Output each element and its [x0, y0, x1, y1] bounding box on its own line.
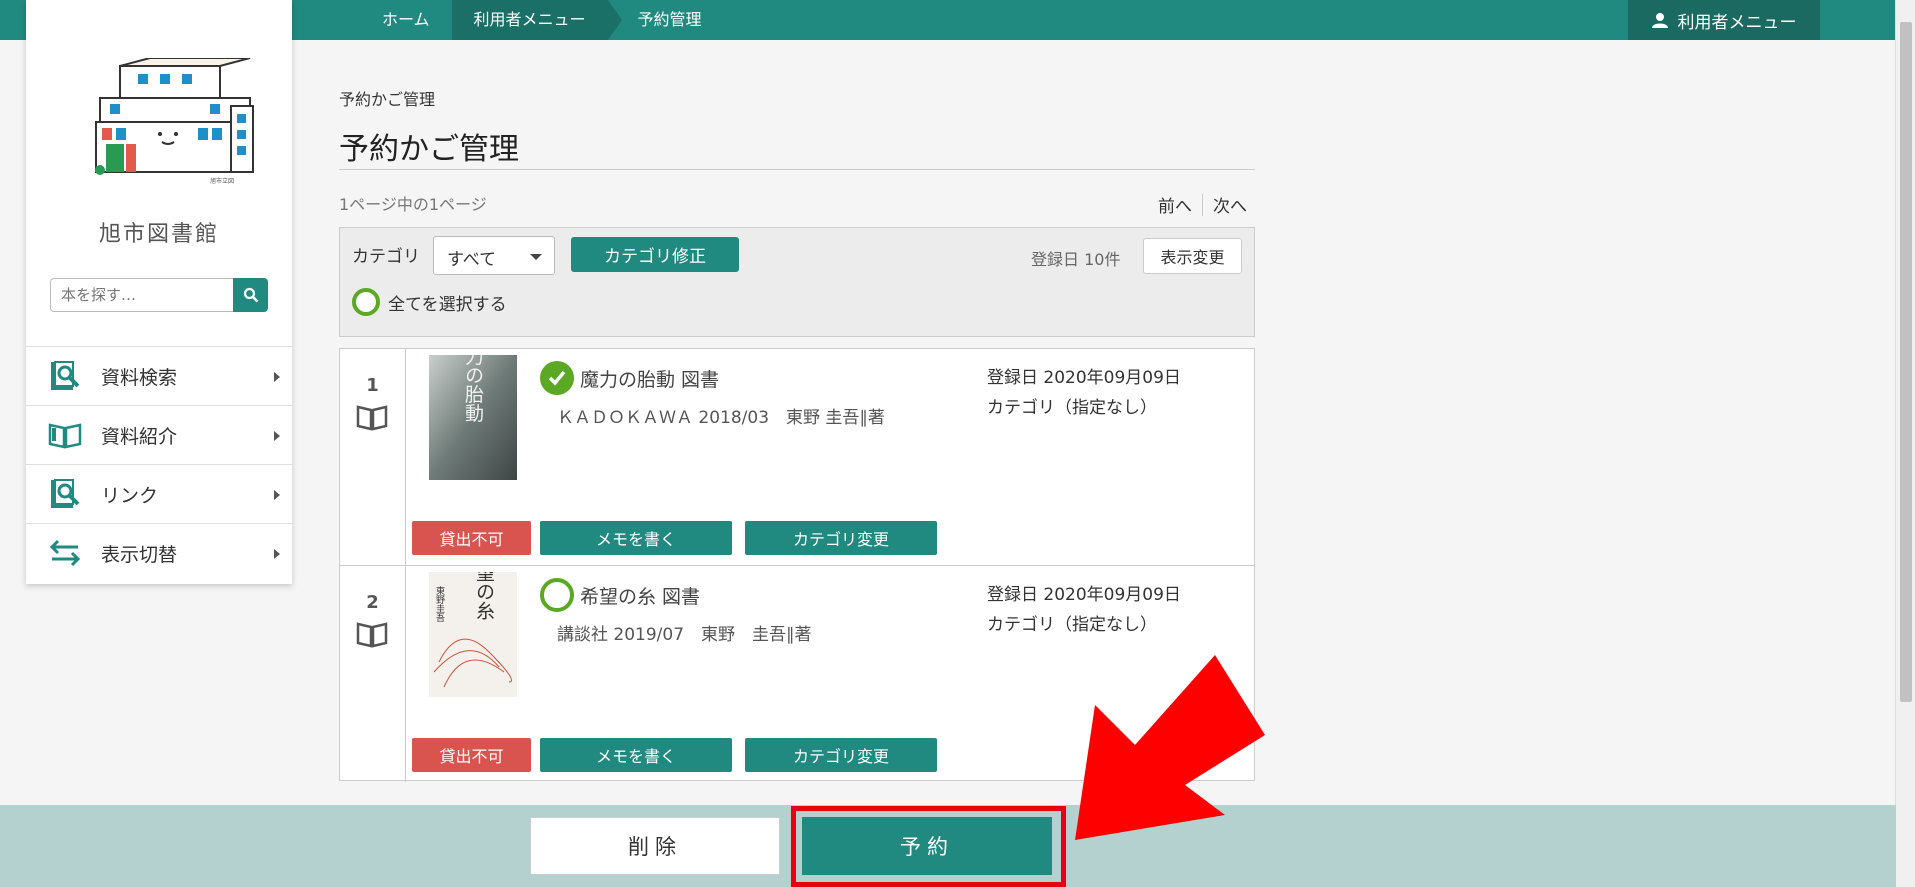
- cover-title: 希望の糸: [473, 572, 495, 620]
- page-subtitle: 予約かご管理: [339, 90, 436, 109]
- write-memo-button[interactable]: メモを書く: [540, 521, 732, 555]
- page-count: 1ページ中の1ページ: [339, 195, 487, 214]
- sort-info: 登録日 10件: [1031, 250, 1121, 269]
- open-book-icon: [48, 423, 82, 449]
- library-name: 旭市図書館: [98, 222, 219, 247]
- select-all-toggle[interactable]: 全てを選択する: [352, 288, 507, 316]
- checked-circle-icon[interactable]: [540, 361, 574, 395]
- unchecked-circle-icon[interactable]: [540, 578, 574, 612]
- book-icon: [356, 622, 388, 648]
- item-title-link[interactable]: 希望の糸 図書: [580, 582, 700, 609]
- sidebar-item-material-intro[interactable]: 資料紹介: [26, 405, 292, 465]
- change-category-button[interactable]: カテゴリ変更: [745, 738, 937, 772]
- chevron-right-icon: [274, 489, 280, 500]
- breadcrumb: ホーム 利用者メニュー 予約管理: [360, 0, 724, 40]
- reserve-button[interactable]: 予約: [802, 817, 1052, 875]
- write-memo-button[interactable]: メモを書く: [540, 738, 732, 772]
- item-number-column: 1: [340, 349, 406, 565]
- breadcrumb-current: 予約管理: [637, 10, 702, 29]
- search-input[interactable]: [50, 278, 235, 312]
- cover-author: 東野圭吾: [434, 585, 445, 623]
- category-select[interactable]: すべて: [433, 236, 555, 275]
- edit-category-button[interactable]: カテゴリ修正: [571, 237, 739, 272]
- pager-divider: [1202, 193, 1203, 216]
- prev-page-link[interactable]: 前へ: [1158, 192, 1192, 217]
- search-book-icon: [51, 361, 80, 390]
- next-page-link[interactable]: 次へ: [1213, 192, 1247, 217]
- sidebar-item-display-toggle[interactable]: 表示切替: [26, 523, 292, 583]
- unavailable-badge: 貸出不可: [412, 521, 531, 555]
- item-publisher-author: 講談社 2019/07 東野 圭吾∥著: [557, 625, 812, 645]
- unchecked-circle-icon[interactable]: [352, 288, 380, 316]
- library-logo: 旭市立図: [95, 58, 254, 185]
- chevron-right-icon: [274, 548, 280, 559]
- item-title-link[interactable]: 魔力の胎動 図書: [580, 365, 719, 392]
- sidebar-item-links[interactable]: リンク: [26, 464, 292, 524]
- book-cover-image: 東野圭吾 希望の糸: [429, 572, 517, 697]
- user-menu-button[interactable]: 利用者メニュー: [1628, 0, 1820, 40]
- user-icon: [1651, 13, 1668, 28]
- logo-caption: 旭市立図: [210, 177, 234, 185]
- search-icon: [243, 287, 258, 303]
- category-select-value: すべて: [447, 250, 497, 270]
- list-item: 1 魔力の胎動 魔力の胎動 図書 ＫＡＤＯＫＡＷＡ 2018/03 東野 圭吾∥…: [340, 349, 1254, 565]
- switch-arrows-icon: [49, 539, 81, 567]
- filter-panel: カテゴリ すべて カテゴリ修正 登録日 10件 表示変更 全てを選択する: [339, 227, 1255, 337]
- item-category: カテゴリ（指定なし）: [987, 615, 1157, 635]
- item-number-column: 2: [340, 566, 406, 782]
- sidebar-item-label: 表示切替: [101, 544, 178, 566]
- category-label: カテゴリ: [352, 247, 420, 267]
- page-title: 予約かご管理: [339, 132, 519, 167]
- scrollbar[interactable]: [1895, 0, 1915, 887]
- breadcrumb-user-menu[interactable]: 利用者メニュー: [451, 0, 622, 40]
- item-title-line: 魔力の胎動 図書: [540, 361, 719, 395]
- item-number: 1: [366, 375, 379, 396]
- sidebar-item-label: 資料紹介: [101, 426, 178, 448]
- item-number: 2: [366, 592, 379, 613]
- item-title-line: 希望の糸 図書: [540, 578, 700, 612]
- pointer-arrow-icon: [1075, 655, 1265, 840]
- sidebar-item-label: 資料検索: [101, 367, 178, 389]
- unavailable-badge: 貸出不可: [412, 738, 531, 772]
- delete-button[interactable]: 削除: [530, 817, 780, 875]
- item-category: カテゴリ（指定なし）: [987, 398, 1157, 418]
- select-all-label: 全てを選択する: [388, 294, 507, 315]
- change-category-button[interactable]: カテゴリ変更: [745, 521, 937, 555]
- item-registered-date: 登録日 2020年09月09日: [987, 368, 1181, 388]
- sidebar: 旭市立図 旭市図書館 資料検索 資料紹介 リンク: [26, 0, 292, 584]
- scrollbar-thumb[interactable]: [1900, 22, 1912, 702]
- chevron-right-icon: [274, 371, 280, 382]
- sidebar-item-material-search[interactable]: 資料検索: [26, 346, 292, 406]
- item-registered-date: 登録日 2020年09月09日: [987, 585, 1181, 605]
- book-cover-image: 魔力の胎動: [429, 355, 517, 480]
- change-display-button[interactable]: 表示変更: [1143, 238, 1242, 274]
- search-button[interactable]: [233, 278, 268, 312]
- title-divider: [339, 169, 1255, 170]
- cover-title: 魔力の胎動: [462, 355, 484, 423]
- pager: 前へ 次へ: [1158, 192, 1247, 217]
- chevron-right-icon: [274, 430, 280, 441]
- book-icon: [356, 405, 388, 431]
- user-menu-label: 利用者メニュー: [1677, 12, 1797, 33]
- link-book-icon: [51, 479, 80, 508]
- sidebar-item-label: リンク: [101, 485, 159, 507]
- item-publisher-author: ＫＡＤＯＫＡＷＡ 2018/03 東野 圭吾∥著: [557, 408, 885, 428]
- chevron-down-icon: [530, 254, 542, 260]
- breadcrumb-home[interactable]: ホーム: [360, 0, 452, 40]
